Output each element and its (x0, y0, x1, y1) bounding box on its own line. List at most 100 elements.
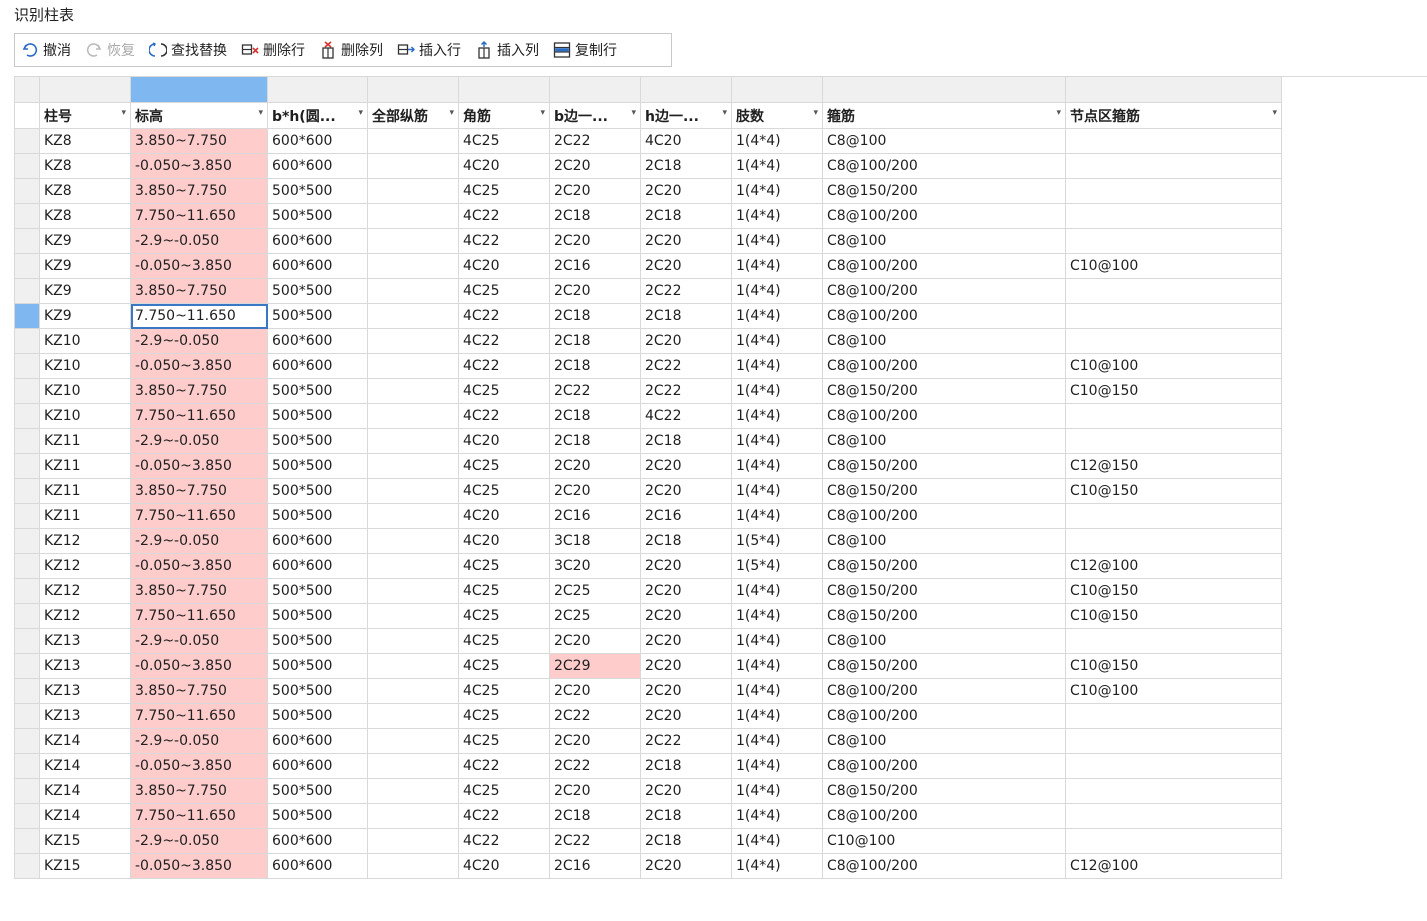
table-cell[interactable] (367, 253, 459, 279)
table-cell[interactable]: 500*500 (267, 403, 368, 429)
table-cell[interactable]: 1(4*4) (731, 678, 823, 704)
table-cell[interactable]: 1(4*4) (731, 853, 823, 879)
table-cell[interactable] (1065, 328, 1282, 354)
table-cell[interactable]: -0.050~3.850 (130, 653, 268, 679)
table-cell[interactable] (1065, 753, 1282, 779)
row-header[interactable] (14, 428, 40, 454)
row-header[interactable] (14, 753, 40, 779)
table-cell[interactable]: 2C18 (549, 328, 641, 354)
column-selector[interactable] (130, 76, 268, 103)
table-cell[interactable]: C10@100 (1065, 353, 1282, 379)
table-cell[interactable]: KZ10 (39, 403, 131, 429)
table-cell[interactable]: 2C29 (549, 653, 641, 679)
table-cell[interactable] (1065, 178, 1282, 204)
table-cell[interactable]: -0.050~3.850 (130, 153, 268, 179)
table-cell[interactable]: 1(4*4) (731, 828, 823, 854)
table-cell[interactable]: 4C25 (458, 278, 550, 304)
table-cell[interactable]: C8@100 (822, 628, 1066, 654)
table-cell[interactable]: 1(4*4) (731, 228, 823, 254)
row-header[interactable] (14, 603, 40, 629)
table-cell[interactable]: 4C25 (458, 578, 550, 604)
table-cell[interactable]: 4C25 (458, 703, 550, 729)
table-cell[interactable]: 500*500 (267, 303, 368, 329)
table-cell[interactable]: 500*500 (267, 578, 368, 604)
table-cell[interactable]: 2C18 (640, 153, 732, 179)
table-cell[interactable]: 4C22 (458, 403, 550, 429)
table-cell[interactable]: 2C20 (640, 478, 732, 504)
table-cell[interactable]: 600*600 (267, 553, 368, 579)
table-cell[interactable]: 4C22 (458, 203, 550, 229)
table-cell[interactable]: C10@150 (1065, 603, 1282, 629)
table-cell[interactable]: 4C20 (458, 253, 550, 279)
table-cell[interactable]: C8@150/200 (822, 778, 1066, 804)
table-cell[interactable]: 4C22 (458, 228, 550, 254)
column-header[interactable]: h边一... ▾ (640, 102, 732, 129)
table-cell[interactable] (367, 753, 459, 779)
table-cell[interactable]: 4C25 (458, 678, 550, 704)
table-cell[interactable]: KZ8 (39, 128, 131, 154)
table-cell[interactable]: C10@150 (1065, 653, 1282, 679)
table-cell[interactable]: KZ13 (39, 628, 131, 654)
table-cell[interactable]: KZ11 (39, 478, 131, 504)
table-cell[interactable] (367, 728, 459, 754)
table-cell[interactable]: 4C20 (458, 503, 550, 529)
column-selector[interactable] (731, 76, 823, 103)
table-cell[interactable] (1065, 278, 1282, 304)
table-cell[interactable]: 500*500 (267, 378, 368, 404)
column-selector[interactable] (822, 76, 1066, 103)
table-cell[interactable]: 4C25 (458, 478, 550, 504)
table-cell[interactable]: 2C22 (549, 703, 641, 729)
table-cell[interactable]: 3.850~7.750 (130, 578, 268, 604)
table-cell[interactable]: 600*600 (267, 528, 368, 554)
table-cell[interactable]: 500*500 (267, 628, 368, 654)
table-cell[interactable]: C8@100 (822, 328, 1066, 354)
row-header[interactable] (14, 228, 40, 254)
table-cell[interactable]: C8@100/200 (822, 678, 1066, 704)
table-cell[interactable] (367, 128, 459, 154)
table-cell[interactable]: 4C22 (458, 328, 550, 354)
table-cell[interactable]: 7.750~11.650 (130, 203, 268, 229)
filter-dropdown-icon[interactable]: ▾ (631, 108, 636, 118)
table-cell[interactable]: C10@100 (1065, 678, 1282, 704)
table-cell[interactable]: 2C20 (549, 453, 641, 479)
table-cell[interactable]: 1(4*4) (731, 303, 823, 329)
table-cell[interactable]: 3.850~7.750 (130, 278, 268, 304)
table-cell[interactable]: C8@150/200 (822, 603, 1066, 629)
table-cell[interactable] (1065, 778, 1282, 804)
table-cell[interactable]: 3.850~7.750 (130, 478, 268, 504)
table-cell[interactable]: C8@100/200 (822, 753, 1066, 779)
table-cell[interactable]: KZ9 (39, 228, 131, 254)
table-cell[interactable] (1065, 428, 1282, 454)
table-cell[interactable]: 2C22 (640, 278, 732, 304)
table-cell[interactable]: KZ14 (39, 728, 131, 754)
table-cell[interactable]: C8@100/200 (822, 403, 1066, 429)
table-cell[interactable]: C8@100/200 (822, 803, 1066, 829)
table-cell[interactable]: KZ14 (39, 753, 131, 779)
table-cell[interactable] (1065, 628, 1282, 654)
table-cell[interactable] (1065, 228, 1282, 254)
table-cell[interactable]: 4C22 (458, 753, 550, 779)
table-cell[interactable]: 2C18 (640, 803, 732, 829)
table-cell[interactable]: 2C16 (549, 253, 641, 279)
table-cell[interactable]: 2C20 (640, 328, 732, 354)
table-cell[interactable]: C8@100/200 (822, 503, 1066, 529)
table-cell[interactable]: -0.050~3.850 (130, 553, 268, 579)
table-cell[interactable]: 500*500 (267, 203, 368, 229)
table-cell[interactable] (367, 228, 459, 254)
table-cell[interactable]: C8@100 (822, 228, 1066, 254)
table-cell[interactable]: 500*500 (267, 478, 368, 504)
table-cell[interactable]: 2C18 (549, 203, 641, 229)
table-cell[interactable]: 4C22 (640, 403, 732, 429)
table-cell[interactable]: KZ9 (39, 278, 131, 304)
undo-button[interactable]: 撤消 (21, 40, 71, 60)
table-cell[interactable]: -2.9~-0.050 (130, 628, 268, 654)
table-cell[interactable]: 2C22 (549, 828, 641, 854)
row-header[interactable] (14, 628, 40, 654)
table-cell[interactable]: 1(4*4) (731, 278, 823, 304)
row-header[interactable] (14, 828, 40, 854)
table-cell[interactable]: 2C20 (549, 178, 641, 204)
table-cell[interactable]: 4C22 (458, 828, 550, 854)
table-cell[interactable]: 600*600 (267, 728, 368, 754)
row-header[interactable] (14, 503, 40, 529)
table-cell[interactable]: KZ10 (39, 328, 131, 354)
